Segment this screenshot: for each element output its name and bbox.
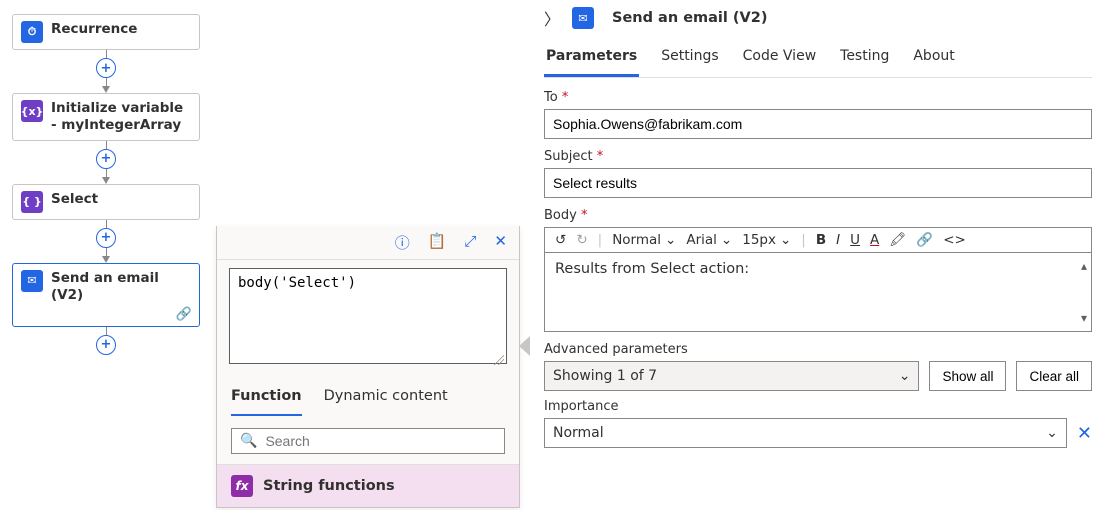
info-icon[interactable]: ⓘ	[395, 232, 410, 253]
flow-connector: +	[12, 327, 200, 355]
tab-code-view[interactable]: Code View	[741, 44, 819, 77]
italic-button[interactable]: I	[836, 232, 840, 248]
advanced-parameters-label: Advanced parameters	[544, 342, 1092, 357]
search-icon: 🔍	[240, 433, 257, 449]
clear-all-button[interactable]: Clear all	[1016, 361, 1092, 391]
font-color-button[interactable]: A	[870, 232, 879, 248]
body-editor[interactable]: Results from Select action: ▴ ▾	[544, 252, 1092, 332]
flow-step-initialize-variable[interactable]: {x} Initialize variable - myIntegerArray	[12, 93, 200, 141]
font-select[interactable]: Arial ⌄	[686, 232, 732, 248]
flow-step-label: Recurrence	[51, 21, 137, 38]
redo-button[interactable]: ↻	[576, 232, 587, 248]
chevron-down-icon: ⌄	[899, 368, 911, 384]
expand-icon[interactable]: ⤢	[464, 232, 476, 253]
importance-label: Importance	[544, 399, 1092, 414]
paste-icon[interactable]: 📋	[428, 232, 447, 253]
outlook-icon: ✉	[21, 270, 43, 292]
underline-button[interactable]: U	[850, 232, 860, 248]
flow-step-select[interactable]: { } Select	[12, 184, 200, 220]
importance-select[interactable]: Normal ⌄	[544, 418, 1067, 448]
expression-search[interactable]: 🔍	[231, 428, 505, 454]
importance-value: Normal	[553, 425, 604, 441]
flow-step-label: Send an email (V2)	[51, 270, 191, 304]
tab-dynamic-content[interactable]: Dynamic content	[324, 380, 448, 416]
popup-toolbar: ⓘ 📋 ⤢ ✕	[217, 226, 519, 260]
subject-label: Subject	[544, 149, 1092, 164]
richtext-toolbar: ↺ ↻ | Normal ⌄ Arial ⌄ 15px ⌄ | B I U A …	[544, 227, 1092, 252]
panel-title: Send an email (V2)	[612, 10, 767, 26]
code-button[interactable]: <>	[943, 232, 966, 248]
show-all-button[interactable]: Show all	[929, 361, 1006, 391]
scroll-up-icon: ▴	[1081, 259, 1087, 273]
expression-input[interactable]	[229, 268, 507, 364]
workflow-canvas: ⏱ Recurrence + {x} Initialize variable -…	[12, 14, 200, 355]
body-label: Body	[544, 208, 1092, 223]
tab-testing[interactable]: Testing	[838, 44, 891, 77]
add-step-button[interactable]: +	[96, 58, 116, 78]
popup-tabs: Function Dynamic content	[217, 380, 519, 416]
flow-step-label: Initialize variable - myIntegerArray	[51, 100, 191, 134]
category-string-functions[interactable]: fx String functions	[217, 464, 519, 507]
popup-pointer-icon	[519, 336, 530, 356]
link-icon: 🔗	[176, 307, 192, 322]
panel-tabs: Parameters Settings Code View Testing Ab…	[544, 44, 1092, 78]
scroll-down-icon: ▾	[1081, 311, 1087, 325]
tab-function[interactable]: Function	[231, 380, 302, 416]
close-icon[interactable]: ✕	[494, 232, 507, 253]
timer-icon: ⏱	[21, 21, 43, 43]
subject-input[interactable]	[544, 168, 1092, 198]
body-content: Results from Select action:	[555, 261, 749, 277]
remove-importance-button[interactable]: ✕	[1077, 418, 1092, 448]
tab-settings[interactable]: Settings	[659, 44, 720, 77]
advanced-parameters-select[interactable]: Showing 1 of 7 ⌄	[544, 361, 919, 391]
style-select[interactable]: Normal ⌄	[612, 232, 676, 248]
variable-icon: {x}	[21, 100, 43, 122]
to-input[interactable]	[544, 109, 1092, 139]
bold-button[interactable]: B	[816, 232, 826, 248]
size-select[interactable]: 15px ⌄	[742, 232, 791, 248]
highlight-button[interactable]: 🖍	[889, 232, 906, 248]
tab-parameters[interactable]: Parameters	[544, 44, 639, 77]
chevron-down-icon: ⌄	[721, 232, 732, 248]
flow-step-label: Select	[51, 191, 98, 208]
add-step-button[interactable]: +	[96, 335, 116, 355]
collapse-panel-button[interactable]: 〉	[544, 6, 560, 30]
to-label: To	[544, 90, 1092, 105]
link-button[interactable]: 🔗	[916, 232, 933, 248]
expression-popup: ⓘ 📋 ⤢ ✕ Function Dynamic content 🔍 fx St…	[216, 226, 520, 508]
tab-about[interactable]: About	[911, 44, 956, 77]
category-label: String functions	[263, 478, 395, 494]
panel-header: 〉 ✉ Send an email (V2)	[544, 6, 1092, 30]
chevron-down-icon: ⌄	[1046, 425, 1058, 441]
flow-connector: +	[12, 220, 200, 263]
flow-connector: +	[12, 50, 200, 93]
advanced-parameters-summary: Showing 1 of 7	[553, 368, 657, 384]
add-step-button[interactable]: +	[96, 149, 116, 169]
chevron-down-icon: ⌄	[780, 232, 791, 248]
select-icon: { }	[21, 191, 43, 213]
outlook-icon: ✉	[572, 7, 594, 29]
fx-icon: fx	[231, 475, 253, 497]
flow-step-send-email[interactable]: ✉ Send an email (V2) 🔗	[12, 263, 200, 327]
flow-step-recurrence[interactable]: ⏱ Recurrence	[12, 14, 200, 50]
undo-button[interactable]: ↺	[555, 232, 566, 248]
chevron-down-icon: ⌄	[665, 232, 676, 248]
search-input[interactable]	[265, 433, 496, 449]
flow-connector: +	[12, 141, 200, 184]
body-scrollbar[interactable]: ▴ ▾	[1081, 259, 1087, 325]
action-details-panel: 〉 ✉ Send an email (V2) Parameters Settin…	[544, 6, 1092, 448]
add-step-button[interactable]: +	[96, 228, 116, 248]
